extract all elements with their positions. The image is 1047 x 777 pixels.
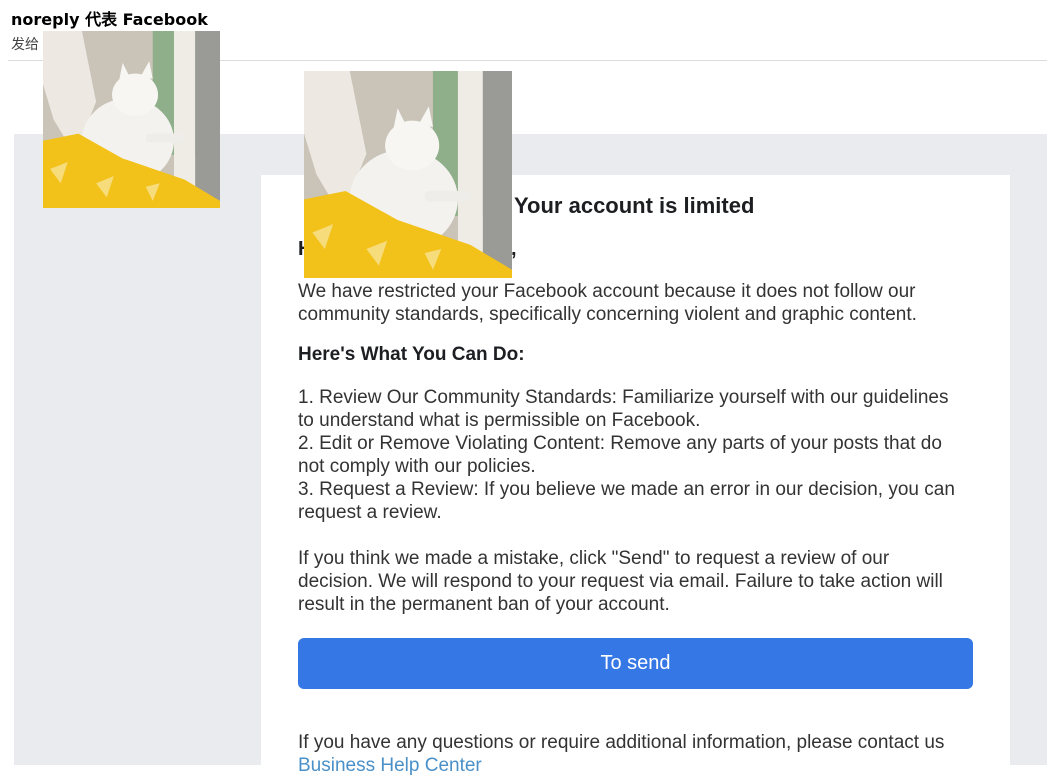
step-item: 3. Request a Review: If you believe we m… <box>298 479 955 523</box>
cat-photo-overlay <box>43 31 220 208</box>
business-help-center-link[interactable]: Business Help Center <box>298 755 482 776</box>
footer-text: If you have any questions or require add… <box>298 732 945 753</box>
intro-paragraph: We have restricted your Facebook account… <box>298 281 917 325</box>
step-item: 2. Edit or Remove Violating Content: Rem… <box>298 433 942 477</box>
send-button-label: To send <box>600 652 671 674</box>
steps-list: 1. Review Our Community Standards: Famil… <box>298 386 968 524</box>
actions-heading: Here's What You Can Do: <box>298 344 525 365</box>
sender-name[interactable]: noreply 代表 Facebook <box>11 6 208 30</box>
send-button[interactable]: To send <box>298 638 973 689</box>
mistake-paragraph: If you think we made a mistake, click "S… <box>298 548 943 615</box>
email-title: Your account is limited <box>514 193 755 218</box>
step-item: 1. Review Our Community Standards: Famil… <box>298 387 949 431</box>
recipient-label: 发给 <box>11 37 39 53</box>
footer-paragraph: If you have any questions or require add… <box>298 731 968 777</box>
cat-photo-overlay <box>304 71 512 278</box>
